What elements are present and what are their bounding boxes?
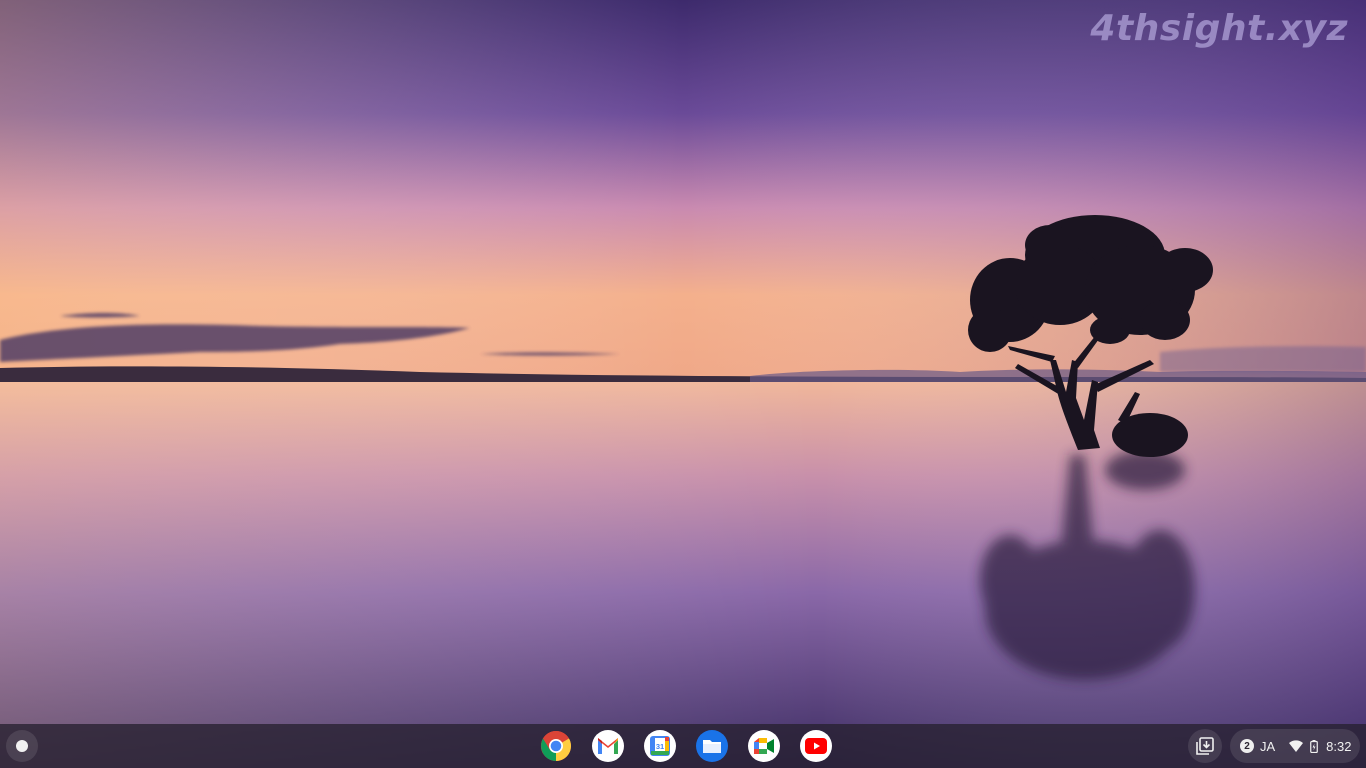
gmail-app-button[interactable] [592, 730, 624, 762]
calendar-date-label: 31 [656, 742, 664, 751]
files-folder-icon [703, 740, 721, 753]
shelf: 31 2 JA 8:32 [0, 724, 1366, 768]
wifi-icon [1289, 740, 1304, 752]
ime-indicator: JA [1260, 738, 1276, 754]
notification-count-badge: 2 [1240, 739, 1254, 753]
clock-time: 8:32 [1326, 738, 1352, 754]
youtube-icon [805, 738, 827, 754]
holding-space-button[interactable] [1188, 729, 1222, 763]
youtube-app-button[interactable] [800, 730, 832, 762]
status-tray[interactable]: 2 JA 8:32 [1230, 729, 1360, 763]
files-app-button[interactable] [696, 730, 728, 762]
shelf-apps: 31 [540, 730, 832, 762]
calendar-icon: 31 [650, 736, 670, 756]
chrome-app-button[interactable] [540, 730, 572, 762]
calendar-app-button[interactable]: 31 [644, 730, 676, 762]
meet-app-button[interactable] [748, 730, 780, 762]
watermark-text: 4thsight.xyz [1090, 8, 1348, 49]
meet-icon [754, 738, 774, 754]
launcher-button[interactable] [6, 730, 38, 762]
holding-space-icon [1196, 737, 1214, 755]
launcher-circle-icon [16, 740, 28, 752]
battery-icon [1310, 739, 1319, 753]
gmail-icon [598, 738, 618, 754]
chrome-icon [540, 730, 572, 761]
wallpaper [0, 0, 1366, 768]
